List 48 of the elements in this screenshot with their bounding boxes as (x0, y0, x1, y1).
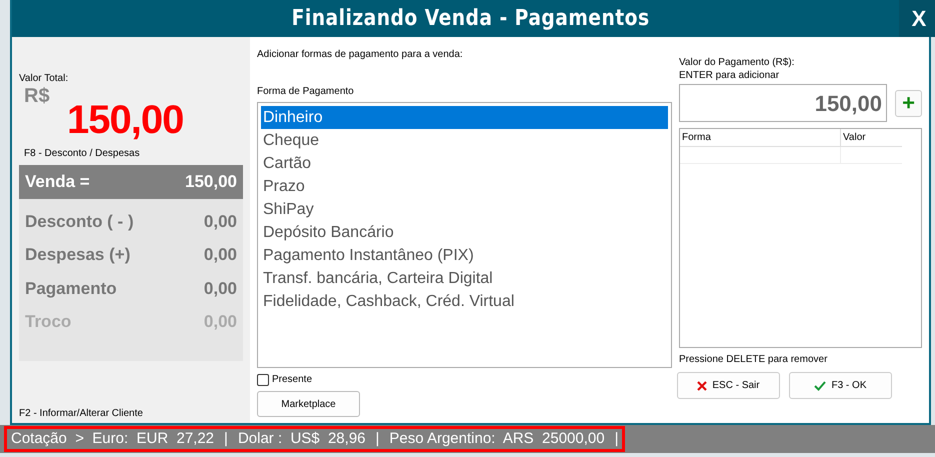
total-row-label: Pagamento (25, 278, 117, 300)
exchange-rate-text: | (376, 428, 380, 449)
checkmark-icon (814, 380, 826, 390)
list-label: Forma de Pagamento (257, 85, 355, 99)
delete-hint: Pressione DELETE para remover (679, 353, 828, 367)
payment-method-item[interactable]: Transf. bancária, Carteira Digital (261, 267, 668, 290)
total-amount: 150,00 (67, 100, 184, 140)
instruction-text: Adicionar formas de pagamento para a venda: (257, 48, 463, 62)
window-title: Finalizando Venda - Pagamentos (292, 5, 650, 33)
exchange-rate-text: | (224, 428, 228, 449)
amount-label: Valor do Pagamento (R$): (679, 56, 796, 69)
exit-button[interactable]: ESC - Sair (677, 372, 780, 399)
payment-method-item[interactable]: ShiPay (261, 198, 668, 221)
payment-method-item[interactable]: Depósito Bancário (261, 221, 668, 244)
amount-hint: ENTER para adicionar (679, 69, 780, 82)
total-row-value: 0,00 (204, 244, 237, 266)
payment-method-item[interactable]: Dinheiro (261, 106, 668, 129)
discount-hint: F8 - Desconto / Despesas (24, 147, 141, 161)
total-label: Valor Total: (19, 72, 70, 86)
amount-field[interactable]: 150,00 (679, 84, 887, 122)
total-row-label: Troco (25, 311, 72, 333)
close-icon (697, 380, 708, 390)
total-row-label: Venda = (25, 171, 90, 193)
currency-label: R$ (24, 86, 50, 106)
ok-button[interactable]: F3 - OK (789, 372, 892, 399)
payment-method-item[interactable]: Prazo (261, 175, 668, 198)
exchange-rate-text: Cotação > Euro: EUR 27,22 (11, 428, 214, 449)
add-button[interactable]: + (895, 90, 922, 116)
payment-method-item[interactable]: Cheque (261, 129, 668, 152)
total-row-label: Desconto ( - ) (25, 210, 134, 232)
checkbox-label: Presente (272, 373, 312, 387)
total-row-value: 0,00 (204, 311, 237, 333)
table-header-cell: Forma (680, 129, 841, 146)
exchange-rate-text: Dolar : US$ 28,96 (238, 428, 366, 449)
exchange-rate-text: Peso Argentino: ARS 25000,00 (389, 428, 605, 449)
marketplace-button[interactable]: Marketplace (257, 391, 360, 417)
total-row-value: 0,00 (204, 210, 237, 232)
client-hint: F2 - Informar/Alterar Cliente (19, 407, 144, 421)
total-row-value: 150,00 (185, 171, 237, 193)
checkbox[interactable] (257, 374, 269, 386)
close-button[interactable]: X (899, 0, 935, 37)
table-header-cell-text: Valor (842, 131, 867, 145)
payment-method-item[interactable]: Fidelidade, Cashback, Créd. Virtual (261, 290, 668, 313)
payment-method-item[interactable]: Pagamento Instantâneo (PIX) (261, 244, 668, 267)
total-row-label: Despesas (+) (25, 244, 130, 266)
total-row-value: 0,00 (204, 278, 237, 300)
exchange-rate-text: | (614, 428, 618, 449)
payment-method-item[interactable]: Cartão (261, 152, 668, 175)
